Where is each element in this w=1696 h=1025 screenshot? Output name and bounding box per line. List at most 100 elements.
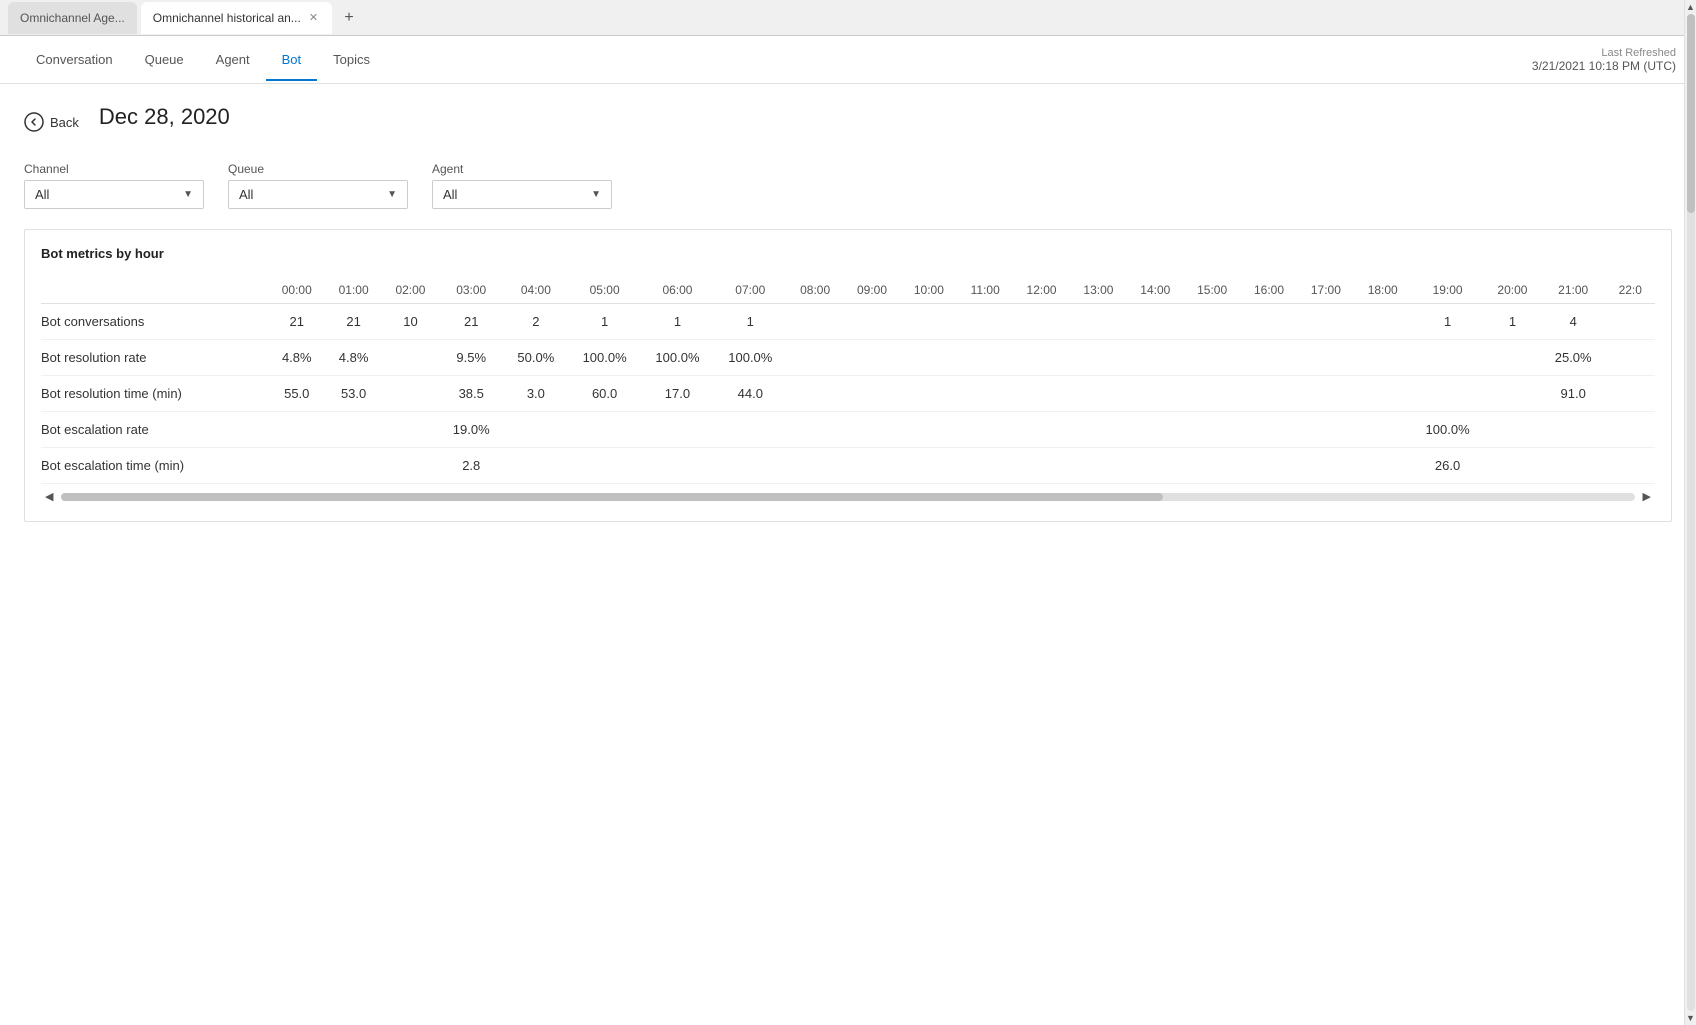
scroll-track-vertical[interactable] [1687,14,1695,1011]
nav-tab-bot[interactable]: Bot [266,38,318,81]
cell-1-21: 25.0% [1541,340,1606,376]
cell-4-21 [1541,448,1606,484]
cell-1-15 [1184,340,1241,376]
cell-3-15 [1184,412,1241,448]
hour-header-9: 09:00 [844,277,901,304]
row-label-4: Bot escalation time (min) [41,448,268,484]
hour-header-15: 15:00 [1184,277,1241,304]
cell-4-14 [1127,448,1184,484]
hour-header-12: 12:00 [1013,277,1070,304]
channel-filter-select[interactable]: All ▼ [24,180,204,209]
cell-1-14 [1127,340,1184,376]
cell-2-13 [1070,376,1127,412]
cell-3-11 [957,412,1013,448]
cell-2-8 [787,376,844,412]
new-tab-button[interactable]: + [336,5,362,31]
scroll-track[interactable] [61,493,1634,501]
hour-header-10: 10:00 [900,277,957,304]
cell-2-18 [1354,376,1411,412]
cell-0-4: 2 [504,304,569,340]
cell-2-20 [1484,376,1541,412]
back-button[interactable]: Back [24,112,79,132]
nav-tab-agent[interactable]: Agent [200,38,266,81]
cell-1-11 [957,340,1013,376]
cell-3-6 [641,412,714,448]
cell-0-19: 1 [1411,304,1484,340]
cell-0-22 [1606,304,1656,340]
hour-header-7: 07:00 [714,277,787,304]
cell-4-18 [1354,448,1411,484]
cell-4-6 [641,448,714,484]
cell-4-10 [900,448,957,484]
cell-2-12 [1013,376,1070,412]
hour-header-22: 22:0 [1606,277,1656,304]
scroll-down-icon[interactable]: ▼ [1686,1013,1695,1023]
cell-2-22 [1606,376,1656,412]
cell-4-11 [957,448,1013,484]
cell-0-9 [844,304,901,340]
scroll-left-arrow[interactable]: ◀ [41,488,57,505]
cell-3-12 [1013,412,1070,448]
cell-4-0 [268,448,325,484]
queue-filter-label: Queue [228,162,408,176]
chevron-down-icon-3: ▼ [591,189,601,200]
cell-1-10 [900,340,957,376]
cell-3-16 [1241,412,1298,448]
cell-0-21: 4 [1541,304,1606,340]
channel-filter-group: Channel All ▼ [24,162,204,209]
cell-1-18 [1354,340,1411,376]
cell-3-19: 100.0% [1411,412,1484,448]
tab-label-1: Omnichannel Age... [20,11,125,25]
hour-header-0: 00:00 [268,277,325,304]
cell-0-3: 21 [439,304,504,340]
queue-filter-group: Queue All ▼ [228,162,408,209]
hour-header-5: 05:00 [568,277,641,304]
scroll-right-arrow[interactable]: ▶ [1639,488,1655,505]
cell-2-9 [844,376,901,412]
hour-header-6: 06:00 [641,277,714,304]
cell-3-20 [1484,412,1541,448]
queue-filter-select[interactable]: All ▼ [228,180,408,209]
hour-header-14: 14:00 [1127,277,1184,304]
cell-0-6: 1 [641,304,714,340]
hour-header-11: 11:00 [957,277,1013,304]
nav-tab-conversation[interactable]: Conversation [20,38,129,81]
nav-tab-queue[interactable]: Queue [129,38,200,81]
back-icon [24,112,44,132]
nav-tab-topics[interactable]: Topics [317,38,386,81]
back-label: Back [50,115,79,130]
tab-active[interactable]: Omnichannel historical an... ✕ [141,2,332,34]
hour-header-19: 19:00 [1411,277,1484,304]
scroll-up-icon[interactable]: ▲ [1686,2,1695,12]
cell-2-7: 44.0 [714,376,787,412]
cell-0-15 [1184,304,1241,340]
cell-4-19: 26.0 [1411,448,1484,484]
cell-3-10 [900,412,957,448]
horizontal-scrollbar[interactable]: ◀ ▶ [41,488,1655,505]
agent-filter-group: Agent All ▼ [432,162,612,209]
page-date: Dec 28, 2020 [99,104,1672,130]
agent-filter-select[interactable]: All ▼ [432,180,612,209]
cell-2-1: 53.0 [325,376,382,412]
cell-1-5: 100.0% [568,340,641,376]
tab-inactive[interactable]: Omnichannel Age... [8,2,137,34]
metrics-table: 00:0001:0002:0003:0004:0005:0006:0007:00… [41,277,1655,484]
cell-1-4: 50.0% [504,340,569,376]
cell-2-16 [1241,376,1298,412]
row-label-3: Bot escalation rate [41,412,268,448]
right-scrollbar[interactable]: ▲ ▼ [1684,0,1696,1025]
agent-filter-value: All [443,187,457,202]
cell-2-15 [1184,376,1241,412]
cell-0-13 [1070,304,1127,340]
close-tab-icon[interactable]: ✕ [307,11,320,24]
content-area: Back Dec 28, 2020 Channel All ▼ Queue Al… [0,84,1696,1025]
table-row: Bot resolution rate4.8%4.8%9.5%50.0%100.… [41,340,1655,376]
cell-3-13 [1070,412,1127,448]
hour-header-13: 13:00 [1070,277,1127,304]
cell-3-18 [1354,412,1411,448]
cell-0-0: 21 [268,304,325,340]
table-wrapper[interactable]: 00:0001:0002:0003:0004:0005:0006:0007:00… [41,277,1655,484]
scroll-thumb [61,493,1162,501]
cell-0-11 [957,304,1013,340]
cell-2-4: 3.0 [504,376,569,412]
